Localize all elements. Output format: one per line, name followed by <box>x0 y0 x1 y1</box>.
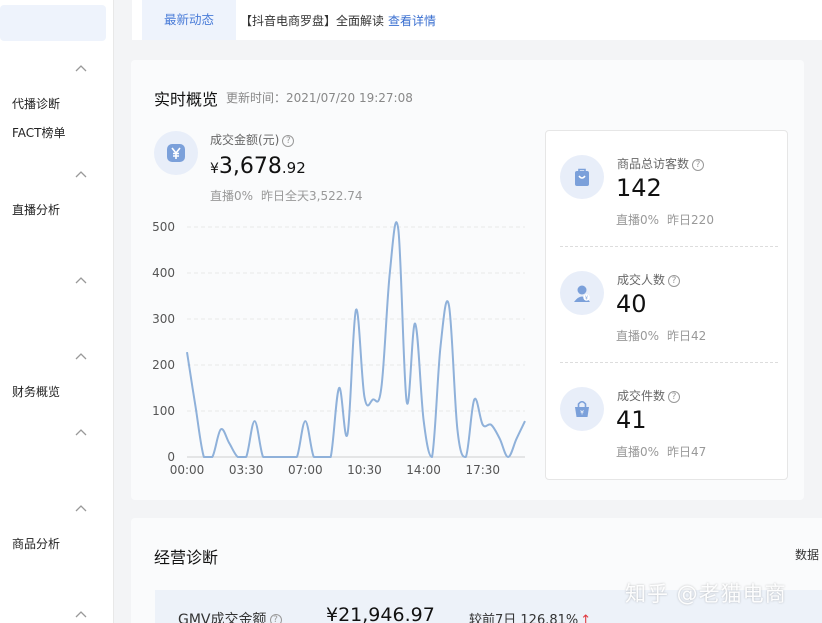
y-tick-label: 500 <box>152 220 175 234</box>
realtime-overview-card: 实时概览 更新时间：2021/07/20 19:27:08 成交金额(元)? ¥… <box>131 60 804 500</box>
gmv-label: GMV成交金额? <box>178 609 282 623</box>
x-tick-label: 03:30 <box>229 463 264 477</box>
sidebar-item-live-diagnosis[interactable]: 代播诊断 <box>12 95 60 112</box>
gmv-value: ¥3,678.92 <box>210 154 306 179</box>
gmv-value: ¥21,946.97 <box>326 604 435 623</box>
chevron-up-icon[interactable] <box>75 427 87 439</box>
chevron-up-icon[interactable] <box>75 609 87 621</box>
bag-icon <box>560 155 604 199</box>
svg-text:¥: ¥ <box>585 295 588 301</box>
metric-compare: 直播0% 昨日42 <box>616 329 707 343</box>
gmv-series-line <box>186 221 526 458</box>
top-bar: 最新动态 【抖音电商罗盘】全面解读 查看详情 <box>132 0 822 40</box>
sidebar-item-live-analysis[interactable]: 直播分析 <box>12 201 60 218</box>
user-icon: ¥ <box>560 271 604 315</box>
help-icon[interactable]: ? <box>282 134 295 147</box>
gmv-compare: 直播0% 昨日全天3,522.74 <box>210 189 363 203</box>
chevron-up-icon[interactable] <box>75 503 87 515</box>
gmv-compare: 较前7日 126.81% ↑ <box>469 609 591 623</box>
sidebar-item-finance[interactable]: 财务概览 <box>12 383 60 400</box>
metric-compare: 直播0% 昨日220 <box>616 213 714 227</box>
metric-visitors: 商品总访客数? 142 直播0% 昨日220 <box>546 131 789 247</box>
chevron-up-icon[interactable] <box>75 351 87 363</box>
metric-compare: 直播0% 昨日47 <box>616 445 707 459</box>
y-tick-label: 200 <box>152 358 175 372</box>
card-title: 经营诊断 <box>154 548 219 567</box>
notice-text: 【抖音电商罗盘】全面解读 <box>240 14 385 28</box>
chevron-up-icon[interactable] <box>75 169 87 181</box>
x-tick-label: 10:30 <box>347 463 382 477</box>
y-tick-label: 400 <box>152 266 175 280</box>
arrow-up-icon: ↑ <box>580 613 592 623</box>
metrics-panel: 商品总访客数? 142 直播0% 昨日220 ¥ 成交人数? 40 直播0% 昨日4… <box>545 130 788 480</box>
help-icon[interactable]: ? <box>668 390 681 403</box>
card-title: 实时概览 <box>154 90 219 109</box>
notice-banner: 【抖音电商罗盘】全面解读 查看详情 <box>240 12 436 29</box>
chevron-up-icon[interactable] <box>75 275 87 287</box>
watermark: 知乎 @老猫电商 <box>625 582 787 606</box>
help-icon[interactable]: ? <box>269 614 282 623</box>
x-tick-label: 07:00 <box>288 463 323 477</box>
metric-value: 40 <box>616 290 647 318</box>
update-time: 更新时间：2021/07/20 19:27:08 <box>226 91 413 105</box>
help-icon[interactable]: ? <box>692 158 705 171</box>
metric-items: ¥ 成交件数? 41 直播0% 昨日47 <box>546 363 789 479</box>
yuan-icon <box>154 131 198 175</box>
x-tick-label: 17:30 <box>465 463 500 477</box>
y-tick-label: 300 <box>152 312 175 326</box>
y-tick-label: 0 <box>167 450 175 464</box>
help-icon[interactable]: ? <box>668 274 681 287</box>
tab-latest-news[interactable]: 最新动态 <box>142 0 236 40</box>
gmv-trend-chart: 0 100 200 300 400 500 00:00 03:30 07:00 10:30 14:0… <box>152 220 526 477</box>
x-tick-label: 00:00 <box>170 463 205 477</box>
sidebar-active-item[interactable] <box>0 5 106 41</box>
chevron-up-icon[interactable] <box>75 63 87 75</box>
metric-buyers: ¥ 成交人数? 40 直播0% 昨日42 <box>546 247 789 363</box>
metric-value: 41 <box>616 406 647 434</box>
gmv-label: 成交金额(元)? <box>210 131 295 148</box>
metric-value: 142 <box>616 174 662 202</box>
sidebar: 代播诊断 FACT榜单 直播分析 财务概览 商品分析 <box>0 0 114 623</box>
sidebar-item-fact-ranking[interactable]: FACT榜单 <box>12 124 66 141</box>
svg-text:¥: ¥ <box>580 410 584 417</box>
y-tick-label: 100 <box>152 404 175 418</box>
data-link[interactable]: 数据 <box>795 546 819 563</box>
x-tick-label: 14:00 <box>406 463 441 477</box>
sidebar-item-products[interactable]: 商品分析 <box>12 535 60 552</box>
view-details-link[interactable]: 查看详情 <box>388 14 436 28</box>
basket-icon: ¥ <box>560 387 604 431</box>
